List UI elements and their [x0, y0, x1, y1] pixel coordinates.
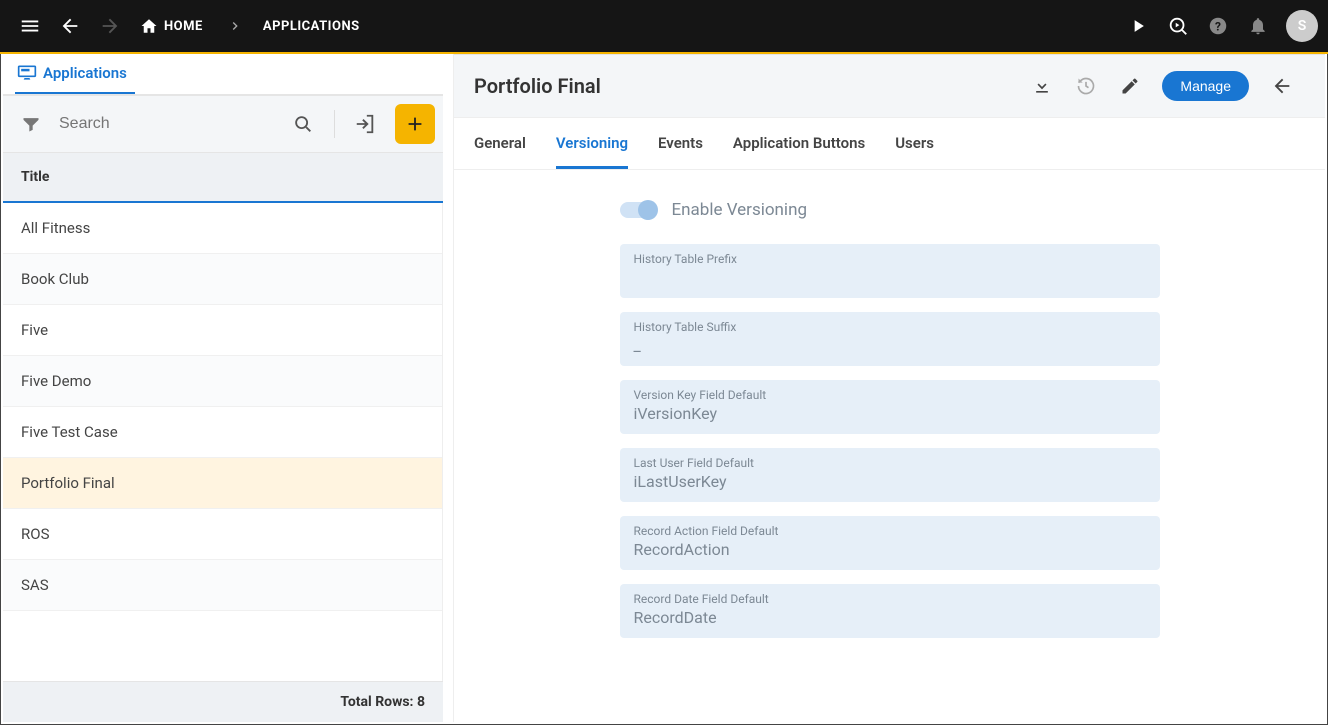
help imposs-icon: ? [1207, 15, 1229, 37]
hamburger-icon [19, 15, 41, 37]
field-label: History Table Prefix [634, 252, 1146, 266]
edit-button[interactable] [1108, 68, 1152, 104]
topbar: HOME APPLICATIONS ? S [0, 0, 1328, 54]
inspect-button[interactable] [1158, 6, 1198, 46]
arrow-right-icon [99, 15, 121, 37]
chevron-right-icon [213, 18, 257, 34]
field-label: Record Date Field Default [634, 592, 1146, 606]
download-button[interactable] [1020, 68, 1064, 104]
breadcrumb-applications[interactable]: APPLICATIONS [257, 19, 366, 34]
enable-versioning-label: Enable Versioning [672, 200, 808, 220]
applications-tab-label: Applications [43, 64, 127, 82]
nav-forward-button [90, 6, 130, 46]
list-footer: Total Rows: 8 [3, 681, 443, 722]
arrow-left-icon [1271, 75, 1293, 97]
field-label: Last User Field Default [634, 456, 1146, 470]
field-history-table-prefix[interactable]: History Table Prefix [620, 244, 1160, 298]
download-icon [1032, 76, 1052, 96]
home-icon [140, 17, 158, 35]
list-item[interactable]: Five [3, 305, 442, 356]
tab-events[interactable]: Events [658, 118, 703, 169]
field-value: iLastUserKey [634, 472, 1146, 492]
field-value: _ [634, 336, 1146, 356]
field-record-action-field-default[interactable]: Record Action Field Default RecordAction [620, 516, 1160, 570]
tab-general[interactable]: General [474, 118, 526, 169]
import-icon [354, 113, 376, 135]
field-value: RecordDate [634, 608, 1146, 628]
arrow-left-icon [59, 15, 81, 37]
breadcrumb: HOME APPLICATIONS [130, 17, 366, 35]
field-history-table-suffix[interactable]: History Table Suffix _ [620, 312, 1160, 366]
tab-versioning[interactable]: Versioning [556, 118, 628, 169]
nav-back-button[interactable] [50, 6, 90, 46]
filter-button[interactable] [13, 108, 49, 140]
search-play-icon [1167, 15, 1189, 37]
menu-button[interactable] [10, 6, 50, 46]
help-button[interactable]: ? [1198, 6, 1238, 46]
list-item[interactable]: All Fitness [3, 203, 442, 254]
bell-icon [1248, 16, 1268, 36]
tab-application-buttons[interactable]: Application Buttons [733, 118, 865, 169]
main: Applications Title All FitnessBook ClubF… [0, 54, 1328, 725]
page-title: Portfolio Final [474, 74, 1020, 98]
notifications-button[interactable] [1238, 6, 1278, 46]
manage-button[interactable]: Manage [1162, 71, 1249, 101]
field-label: History Table Suffix [634, 320, 1146, 334]
detail-tabs: General Versioning Events Application Butto… [454, 118, 1325, 170]
search-icon [292, 113, 314, 135]
plus-icon [404, 113, 426, 135]
avatar-letter: S [1298, 18, 1307, 34]
list-item[interactable]: ROS [3, 509, 442, 560]
list-item[interactable]: Book Club [3, 254, 442, 305]
history-icon [1076, 76, 1096, 96]
run-button[interactable] [1118, 6, 1158, 46]
field-label: Record Action Field Default [634, 524, 1146, 538]
list-item[interactable]: SAS [3, 560, 442, 611]
detail-header: Portfolio Final Manage [454, 54, 1325, 118]
field-value: iVersionKey [634, 404, 1146, 424]
field-version-key-field-default[interactable]: Version Key Field Default iVersionKey [620, 380, 1160, 434]
enable-versioning-row: Enable Versioning [620, 200, 1160, 220]
app-list: All FitnessBook ClubFiveFive DemoFive Te… [3, 203, 443, 681]
applications-tab[interactable]: Applications [3, 54, 141, 92]
right-panel: Portfolio Final Manage General Versioning… [453, 54, 1325, 722]
breadcrumb-home-label: HOME [164, 19, 203, 34]
form-area: Enable Versioning History Table Prefix Hi… [454, 170, 1325, 722]
field-value [634, 268, 1146, 288]
list-item[interactable]: Portfolio Final [3, 458, 442, 509]
add-button[interactable] [395, 104, 435, 144]
pencil-icon [1120, 76, 1140, 96]
history-button[interactable] [1064, 68, 1108, 104]
filter-icon [21, 114, 41, 134]
avatar[interactable]: S [1286, 10, 1318, 42]
import-button[interactable] [345, 104, 385, 144]
breadcrumb-home[interactable]: HOME [130, 17, 213, 35]
enable-versioning-toggle[interactable] [620, 202, 656, 218]
field-value: RecordAction [634, 540, 1146, 560]
search-input[interactable] [53, 107, 278, 141]
list-item[interactable]: Five Demo [3, 356, 442, 407]
back-button[interactable] [1259, 67, 1305, 105]
list-title-header: Title [3, 153, 443, 203]
field-label: Version Key Field Default [634, 388, 1146, 402]
field-record-date-field-default[interactable]: Record Date Field Default RecordDate [620, 584, 1160, 638]
svg-text:?: ? [1215, 20, 1221, 34]
tab-users[interactable]: Users [895, 118, 934, 169]
search-button[interactable] [282, 107, 324, 141]
left-panel: Applications Title All FitnessBook ClubF… [3, 54, 443, 722]
play-icon [1128, 16, 1148, 36]
field-last-user-field-default[interactable]: Last User Field Default iLastUserKey [620, 448, 1160, 502]
search-bar [3, 95, 443, 153]
list-item[interactable]: Five Test Case [3, 407, 442, 458]
monitor-icon [17, 64, 37, 82]
